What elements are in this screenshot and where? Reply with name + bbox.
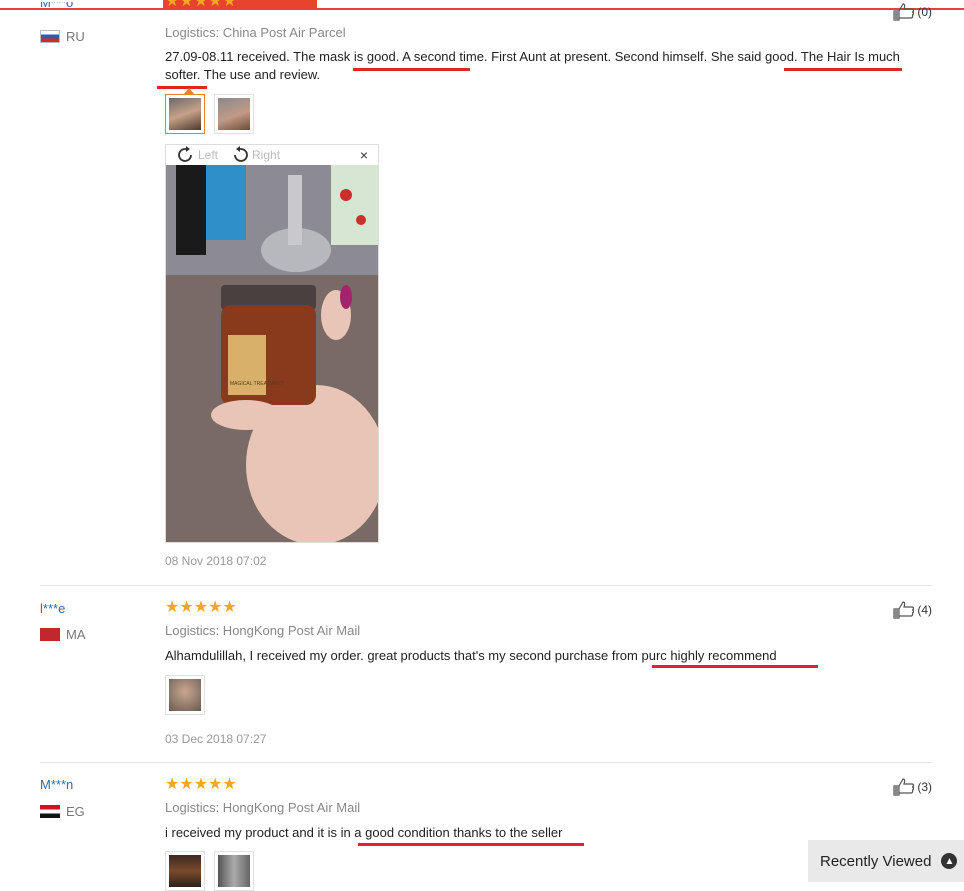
helpful-button[interactable]: (4): [893, 601, 932, 619]
close-viewer-button[interactable]: ×: [360, 147, 368, 163]
star-rating: ★★★★★: [165, 776, 237, 793]
logistics-info: Logistics: HongKong Post Air Mail: [165, 623, 361, 638]
photo-viewer: Left Right × MAGICAL TREATMENT: [165, 144, 379, 543]
review-text: i received my product and it is in a goo…: [165, 825, 563, 840]
flag-ma-icon: [40, 628, 60, 641]
helpful-button[interactable]: (3): [893, 778, 932, 796]
reviewer-country: RU: [40, 29, 85, 44]
review-item: l***e MA ★★★★★ (4) Logistics: HongKong P…: [40, 586, 932, 763]
rotate-left-icon: [178, 146, 192, 162]
reviewer-country: EG: [40, 804, 85, 819]
star-rating: ★★★★★: [165, 0, 237, 10]
chevron-up-icon: ▲: [941, 853, 958, 869]
star-rating: ★★★★★: [165, 599, 237, 616]
helpful-count: (4): [917, 603, 932, 617]
review-date: 03 Dec 2018 07:27: [165, 732, 267, 746]
country-code: MA: [66, 627, 86, 642]
viewer-toolbar: Left Right: [166, 145, 378, 165]
logistics-info: Logistics: China Post Air Parcel: [165, 25, 346, 40]
thumbs-up-icon: [893, 3, 915, 21]
country-code: EG: [66, 804, 85, 819]
highlight-underline: [157, 86, 207, 89]
review-text: Alhamdulillah, I received my order. grea…: [165, 648, 777, 663]
svg-text:MAGICAL TREATMENT: MAGICAL TREATMENT: [230, 381, 284, 387]
country-code: RU: [66, 29, 85, 44]
recently-viewed-button[interactable]: Recently Viewed ▲: [808, 840, 964, 882]
review-item: M***n EG ★★★★★ (3) Logistics: HongKong P…: [40, 763, 932, 891]
review-photo-thumb[interactable]: [165, 675, 205, 715]
highlight-underline: [353, 68, 470, 71]
reviewer-name[interactable]: M***o: [40, 2, 73, 12]
rotate-left-label: Left: [198, 148, 219, 162]
rotate-right-label: Right: [252, 148, 281, 162]
helpful-button[interactable]: (0): [893, 3, 932, 21]
flag-ru-icon: [40, 30, 60, 43]
review-photo-thumb[interactable]: [214, 851, 254, 891]
rotate-right-icon: [234, 146, 248, 162]
helpful-count: (3): [917, 780, 932, 794]
review-text-line1: 27.09-08.11 received. The mask is good. …: [165, 49, 900, 64]
highlight-underline: [652, 665, 818, 668]
review-photo-thumb[interactable]: [165, 851, 205, 891]
thumb-caret: [183, 88, 195, 95]
flag-eg-icon: [40, 805, 60, 818]
review-text-line2: softer. The use and review.: [165, 67, 321, 82]
reviewer-name[interactable]: M***n: [40, 777, 73, 792]
highlight-underline: [358, 843, 584, 846]
review-date: 08 Nov 2018 07:02: [165, 554, 267, 568]
thumbs-up-icon: [893, 778, 915, 796]
recently-viewed-label: Recently Viewed: [820, 852, 932, 870]
rotate-right-button[interactable]: Right: [230, 146, 280, 164]
logistics-info: Logistics: HongKong Post Air Mail: [165, 800, 361, 815]
reviewer-country: MA: [40, 627, 86, 642]
reviewer-name[interactable]: l***e: [40, 601, 65, 616]
highlight-underline: [784, 68, 902, 71]
review-photo-large: MAGICAL TREATMENT: [166, 165, 378, 542]
rotate-left-button[interactable]: Left: [176, 146, 218, 164]
review-photo-thumb[interactable]: [214, 94, 254, 134]
helpful-count: (0): [917, 5, 932, 19]
review-photo-thumb[interactable]: [165, 88, 205, 134]
thumbs-up-icon: [893, 601, 915, 619]
review-item: M***o RU ★★★★★ (0) Logistics: China Post…: [40, 0, 932, 586]
